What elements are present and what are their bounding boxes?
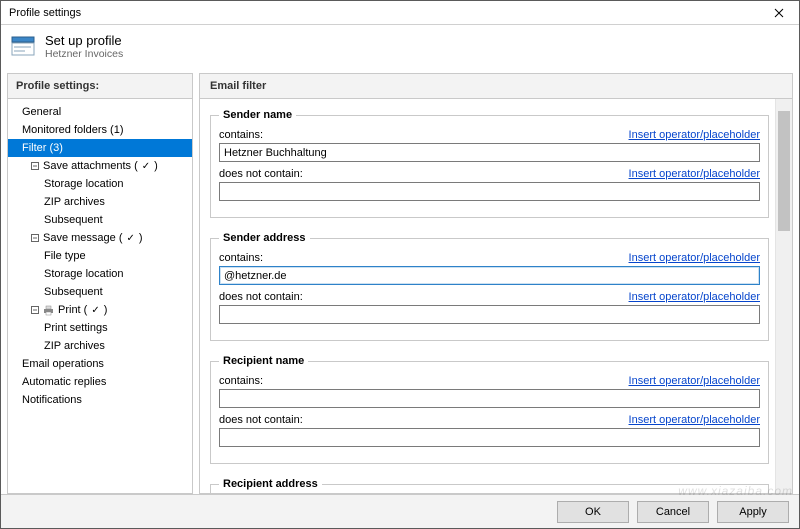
legend-recipient-address: Recipient address [219,478,322,490]
window-title: Profile settings [9,7,81,19]
group-sender-address: Sender address contains: Insert operator/… [210,232,769,341]
sidebar-item-zip-archives[interactable]: ZIP archives [8,193,192,211]
sender-address-contains-input[interactable] [219,266,760,285]
sidebar-item-subsequent-msg[interactable]: Subsequent [8,283,192,301]
check-icon: ✓ [91,305,99,316]
insert-operator-link[interactable]: Insert operator/placeholder [629,129,760,141]
sidebar-item-print-zip[interactable]: ZIP archives [8,337,192,355]
vertical-scrollbar[interactable] [775,99,792,493]
header-subtitle: Hetzner Invoices [45,48,123,60]
sidebar-item-save-message[interactable]: Save message (✓) [8,229,192,247]
label-not-contains: does not contain: [219,414,303,426]
sidebar-item-save-attachments[interactable]: Save attachments (✓) [8,157,192,175]
filter-fields: Sender name contains: Insert operator/pla… [200,99,775,493]
recipient-name-not-contains-input[interactable] [219,428,760,447]
close-button[interactable] [759,1,799,25]
group-recipient-address: Recipient address contains:Insert operat… [210,478,769,493]
collapse-icon[interactable] [30,306,39,315]
sidebar-item-print-settings[interactable]: Print settings [8,319,192,337]
sidebar-item-general[interactable]: General [8,103,192,121]
collapse-icon[interactable] [30,162,39,171]
header-title: Set up profile [45,33,123,48]
cancel-button[interactable]: Cancel [637,501,709,523]
main-heading: Email filter [200,74,792,99]
apply-button[interactable]: Apply [717,501,789,523]
settings-tree: General Monitored folders (1) Filter (3)… [8,99,192,493]
sidebar-item-monitored-folders[interactable]: Monitored folders (1) [8,121,192,139]
check-icon: ✓ [126,233,134,244]
label-contains: contains: [219,129,263,141]
label-not-contains: does not contain: [219,291,303,303]
collapse-icon[interactable] [30,234,39,243]
main-panel: Email filter Sender name contains: Insert… [199,73,793,494]
profile-icon [11,34,35,58]
footer: OK Cancel Apply [1,494,799,528]
label-contains: contains: [219,252,263,264]
sidebar-item-storage-location[interactable]: Storage location [8,175,192,193]
ok-button[interactable]: OK [557,501,629,523]
sender-name-not-contains-input[interactable] [219,182,760,201]
sender-name-contains-input[interactable] [219,143,760,162]
label-not-contains: does not contain: [219,168,303,180]
recipient-name-contains-input[interactable] [219,389,760,408]
sidebar-item-filter[interactable]: Filter (3) [8,139,192,157]
group-sender-name: Sender name contains: Insert operator/pla… [210,109,769,218]
legend-sender-name: Sender name [219,109,296,121]
sidebar-item-storage-location-msg[interactable]: Storage location [8,265,192,283]
sidebar-item-file-type[interactable]: File type [8,247,192,265]
sender-address-not-contains-input[interactable] [219,305,760,324]
sidebar: Profile settings: General Monitored fold… [7,73,193,494]
sidebar-heading: Profile settings: [8,74,192,99]
sidebar-item-email-operations[interactable]: Email operations [8,355,192,373]
header-text: Set up profile Hetzner Invoices [45,33,123,60]
titlebar: Profile settings [1,1,799,25]
group-recipient-name: Recipient name contains: Insert operator/… [210,355,769,464]
close-icon [774,8,784,18]
profile-settings-window: Profile settings Set up profile Hetzner … [0,0,800,529]
legend-sender-address: Sender address [219,232,310,244]
sidebar-item-print[interactable]: Print (✓) [8,301,192,319]
insert-operator-link[interactable]: Insert operator/placeholder [629,168,760,180]
scrollbar-thumb[interactable] [778,111,790,231]
sidebar-item-notifications[interactable]: Notifications [8,391,192,409]
sidebar-item-automatic-replies[interactable]: Automatic replies [8,373,192,391]
printer-icon [43,305,54,316]
legend-recipient-name: Recipient name [219,355,308,367]
sidebar-item-subsequent[interactable]: Subsequent [8,211,192,229]
insert-operator-link[interactable]: Insert operator/placeholder [629,375,760,387]
check-icon: ✓ [142,161,150,172]
label-contains: contains: [219,375,263,387]
header: Set up profile Hetzner Invoices [1,25,799,67]
insert-operator-link[interactable]: Insert operator/placeholder [629,291,760,303]
body: Profile settings: General Monitored fold… [1,67,799,494]
insert-operator-link[interactable]: Insert operator/placeholder [629,252,760,264]
insert-operator-link[interactable]: Insert operator/placeholder [629,414,760,426]
